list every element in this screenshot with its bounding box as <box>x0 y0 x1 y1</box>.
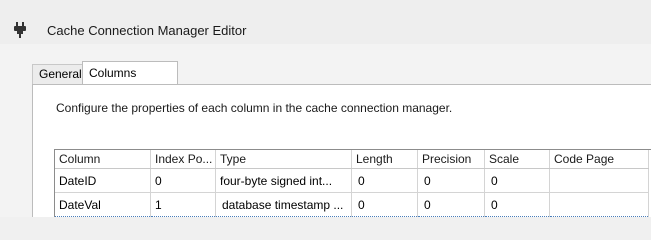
table-row[interactable]: DateID 0 four-byte signed int... 0 0 0 <box>55 168 649 193</box>
columns-grid[interactable]: Column Index Po... Type Length Precision… <box>54 149 651 217</box>
cell-scale[interactable]: 0 <box>484 168 550 193</box>
title-bar: Cache Connection Manager Editor <box>0 0 651 44</box>
cell-scale[interactable]: 0 <box>484 192 550 217</box>
cell-type[interactable]: four-byte signed int... <box>215 168 352 193</box>
cell-column[interactable]: DateVal <box>55 192 151 217</box>
header-scale[interactable]: Scale <box>484 150 550 169</box>
cell-code-page[interactable] <box>549 192 649 217</box>
header-precision[interactable]: Precision <box>417 150 485 169</box>
cache-connection-manager-editor-window: Cache Connection Manager Editor General … <box>0 0 651 217</box>
cell-length[interactable]: 0 <box>351 168 418 193</box>
header-index-position[interactable]: Index Po... <box>150 150 216 169</box>
grid-header-row: Column Index Po... Type Length Precision… <box>55 150 649 169</box>
cell-precision[interactable]: 0 <box>417 192 485 217</box>
header-column[interactable]: Column <box>55 150 151 169</box>
cell-precision[interactable]: 0 <box>417 168 485 193</box>
connection-plug-icon <box>14 22 26 38</box>
header-length[interactable]: Length <box>351 150 418 169</box>
table-row[interactable]: DateVal 1 database timestamp ... 0 0 0 <box>55 192 649 217</box>
cell-index-position[interactable]: 0 <box>150 168 216 193</box>
columns-description: Configure the properties of each column … <box>56 101 453 115</box>
cell-column[interactable]: DateID <box>55 168 151 193</box>
tab-general[interactable]: General <box>32 64 89 85</box>
tab-columns[interactable]: Columns <box>82 61 178 85</box>
cell-type[interactable]: database timestamp ... <box>215 192 352 217</box>
cell-index-position[interactable]: 1 <box>150 192 216 217</box>
header-code-page[interactable]: Code Page <box>549 150 649 169</box>
header-type[interactable]: Type <box>215 150 352 169</box>
window-title: Cache Connection Manager Editor <box>47 23 247 38</box>
cell-code-page[interactable] <box>549 168 649 193</box>
cell-length[interactable]: 0 <box>351 192 418 217</box>
